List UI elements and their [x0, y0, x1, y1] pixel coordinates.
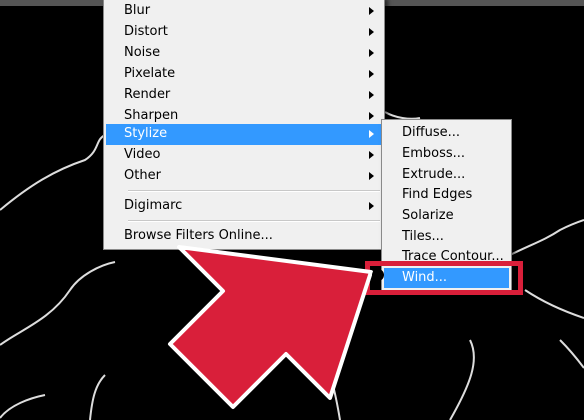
chevron-right-icon: [369, 49, 374, 57]
chevron-right-icon: [369, 130, 374, 138]
menu-separator: [128, 190, 380, 192]
menu-item-label: Render: [124, 87, 171, 102]
menu-item-other[interactable]: Other: [106, 166, 382, 187]
submenu-item-label: Tiles...: [402, 229, 444, 244]
filter-menu: Blur Distort Noise Pixelate Render Sharp…: [103, 0, 385, 250]
menu-item-render[interactable]: Render: [106, 85, 382, 106]
menu-item-digimarc[interactable]: Digimarc: [106, 196, 382, 217]
submenu-item-find-edges[interactable]: Find Edges: [384, 185, 509, 205]
submenu-item-label: Diffuse...: [402, 125, 460, 140]
menu-item-blur[interactable]: Blur: [106, 1, 382, 22]
chevron-right-icon: [369, 28, 374, 36]
submenu-item-tiles[interactable]: Tiles...: [384, 227, 509, 247]
menu-item-stylize[interactable]: Stylize: [106, 124, 382, 145]
menu-item-label: Blur: [124, 3, 151, 18]
menu-separator: [128, 220, 380, 222]
chevron-right-icon: [369, 151, 374, 159]
menu-item-label: Distort: [124, 24, 168, 39]
menu-item-label: Digimarc: [124, 198, 183, 213]
chevron-right-icon: [369, 172, 374, 180]
menu-item-label: Other: [124, 168, 161, 183]
menu-item-label: Pixelate: [124, 66, 176, 81]
menu-item-label: Sharpen: [124, 108, 179, 123]
submenu-item-solarize[interactable]: Solarize: [384, 206, 509, 226]
menu-item-distort[interactable]: Distort: [106, 22, 382, 43]
submenu-item-label: Solarize: [402, 208, 454, 223]
chevron-right-icon: [369, 7, 374, 15]
menu-item-video[interactable]: Video: [106, 145, 382, 166]
chevron-right-icon: [369, 70, 374, 78]
submenu-item-diffuse[interactable]: Diffuse...: [384, 123, 509, 143]
menu-item-label: Noise: [124, 45, 161, 60]
chevron-right-icon: [369, 202, 374, 210]
menu-item-label: Video: [124, 147, 161, 162]
menu-item-label: Browse Filters Online...: [124, 228, 273, 243]
menu-item-pixelate[interactable]: Pixelate: [106, 64, 382, 85]
menu-item-label: Stylize: [124, 126, 168, 141]
submenu-item-emboss[interactable]: Emboss...: [384, 144, 509, 164]
menu-item-noise[interactable]: Noise: [106, 43, 382, 64]
submenu-item-label: Find Edges: [402, 187, 473, 202]
submenu-item-label: Extrude...: [402, 167, 466, 182]
submenu-item-extrude[interactable]: Extrude...: [384, 165, 509, 185]
menu-item-browse-filters-online[interactable]: Browse Filters Online...: [106, 226, 382, 247]
chevron-right-icon: [369, 91, 374, 99]
annotation-highlight-box: [365, 261, 523, 295]
chevron-right-icon: [369, 112, 374, 120]
submenu-item-label: Emboss...: [402, 146, 466, 161]
